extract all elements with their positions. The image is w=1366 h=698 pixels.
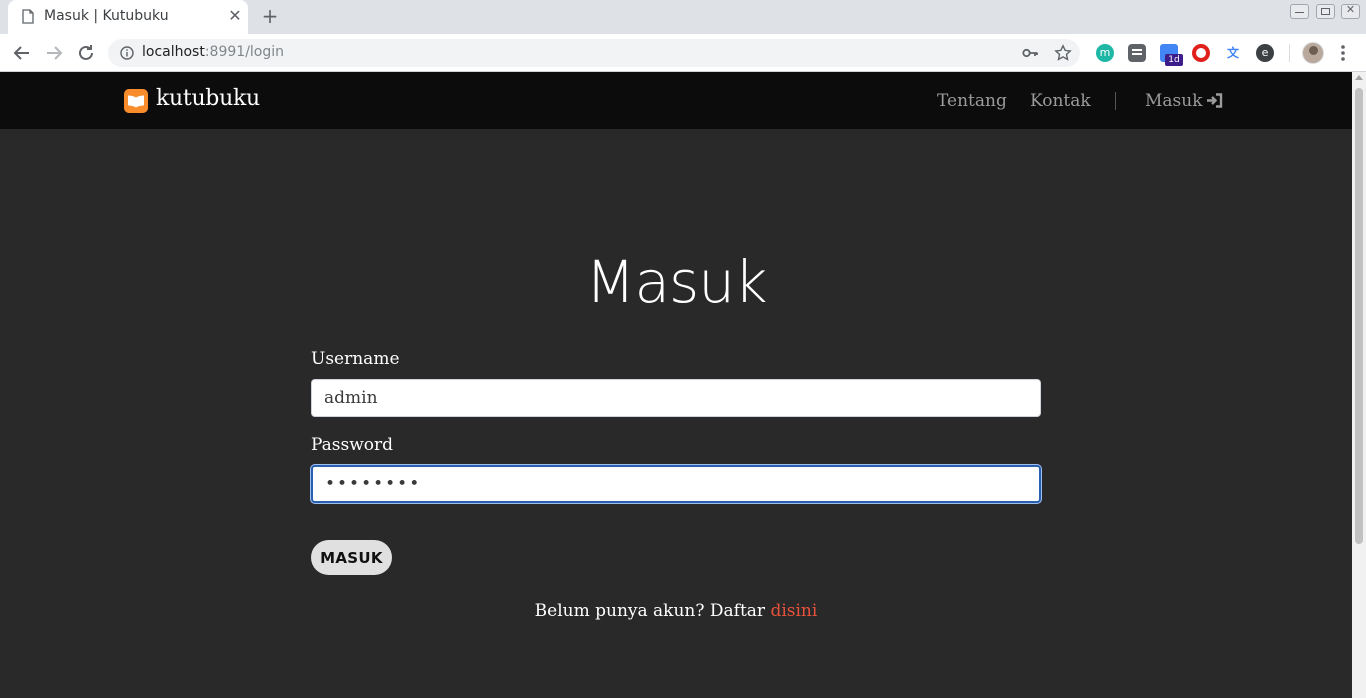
page-title: Masuk	[585, 248, 767, 316]
signup-prompt-text: Belum punya akun? Daftar	[534, 601, 771, 621]
back-arrow-icon[interactable]	[10, 41, 34, 65]
login-submit-button[interactable]: MASUK	[311, 540, 392, 575]
profile-avatar[interactable]	[1302, 42, 1324, 64]
brand-name[interactable]: kutubuku	[156, 86, 260, 111]
browser-tab[interactable]: Masuk | Kutubuku ✕	[8, 0, 248, 34]
signup-prompt: Belum punya akun? Daftar disini	[0, 601, 1352, 621]
info-icon[interactable]	[120, 46, 134, 60]
tab-title: Masuk | Kutubuku	[44, 8, 169, 24]
toolbar-divider	[1289, 44, 1290, 62]
site-navbar: kutubuku Tentang Kontak Masuk	[0, 72, 1352, 129]
nav-link-masuk[interactable]: Masuk	[1145, 91, 1203, 111]
url-text: localhost:8991/login	[142, 44, 284, 60]
book-logo-icon[interactable]	[124, 89, 148, 113]
nav-link-tentang[interactable]: Tentang	[937, 91, 1007, 111]
password-label: Password	[311, 435, 394, 455]
browser-tabstrip: Masuk | Kutubuku ✕ +	[0, 0, 1366, 34]
bookmark-star-icon[interactable]	[1054, 44, 1072, 62]
window-minimize-button[interactable]	[1290, 4, 1309, 19]
username-label: Username	[311, 349, 400, 369]
page-scrollbar[interactable]	[1352, 72, 1366, 698]
extension-m-icon[interactable]: m	[1096, 44, 1114, 62]
signup-link[interactable]: disini	[770, 601, 817, 621]
reload-icon[interactable]	[74, 41, 98, 65]
browser-menu-icon[interactable]	[1335, 43, 1351, 63]
calendar-badge: 1d	[1165, 54, 1183, 66]
nav-link-kontak[interactable]: Kontak	[1030, 91, 1091, 111]
scrollbar-thumb[interactable]	[1355, 88, 1363, 544]
window-close-button[interactable]	[1341, 3, 1360, 19]
window-maximize-button[interactable]	[1316, 4, 1335, 19]
url-host: localhost	[142, 44, 205, 60]
url-path: :8991/login	[204, 44, 285, 60]
page-icon	[22, 9, 34, 24]
tab-close-icon[interactable]: ✕	[226, 7, 244, 25]
extension-opera-icon[interactable]	[1192, 44, 1210, 62]
extension-translate-icon[interactable]: 文	[1224, 44, 1242, 62]
password-input[interactable]	[311, 465, 1041, 503]
scroll-up-arrow-icon[interactable]	[1355, 75, 1363, 80]
extension-chat-icon[interactable]	[1128, 44, 1146, 62]
address-bar[interactable]: localhost:8991/login	[108, 39, 1080, 67]
nav-divider	[1115, 92, 1116, 110]
page-content: kutubuku Tentang Kontak Masuk Masuk User…	[0, 72, 1352, 698]
sign-in-icon[interactable]	[1206, 93, 1223, 108]
browser-toolbar: localhost:8991/login m 文 e	[0, 34, 1366, 72]
new-tab-button[interactable]: +	[259, 5, 281, 27]
forward-arrow-icon[interactable]	[42, 41, 66, 65]
username-input[interactable]	[311, 379, 1041, 417]
extension-e-icon[interactable]: e	[1256, 44, 1274, 62]
key-icon[interactable]	[1022, 46, 1038, 60]
